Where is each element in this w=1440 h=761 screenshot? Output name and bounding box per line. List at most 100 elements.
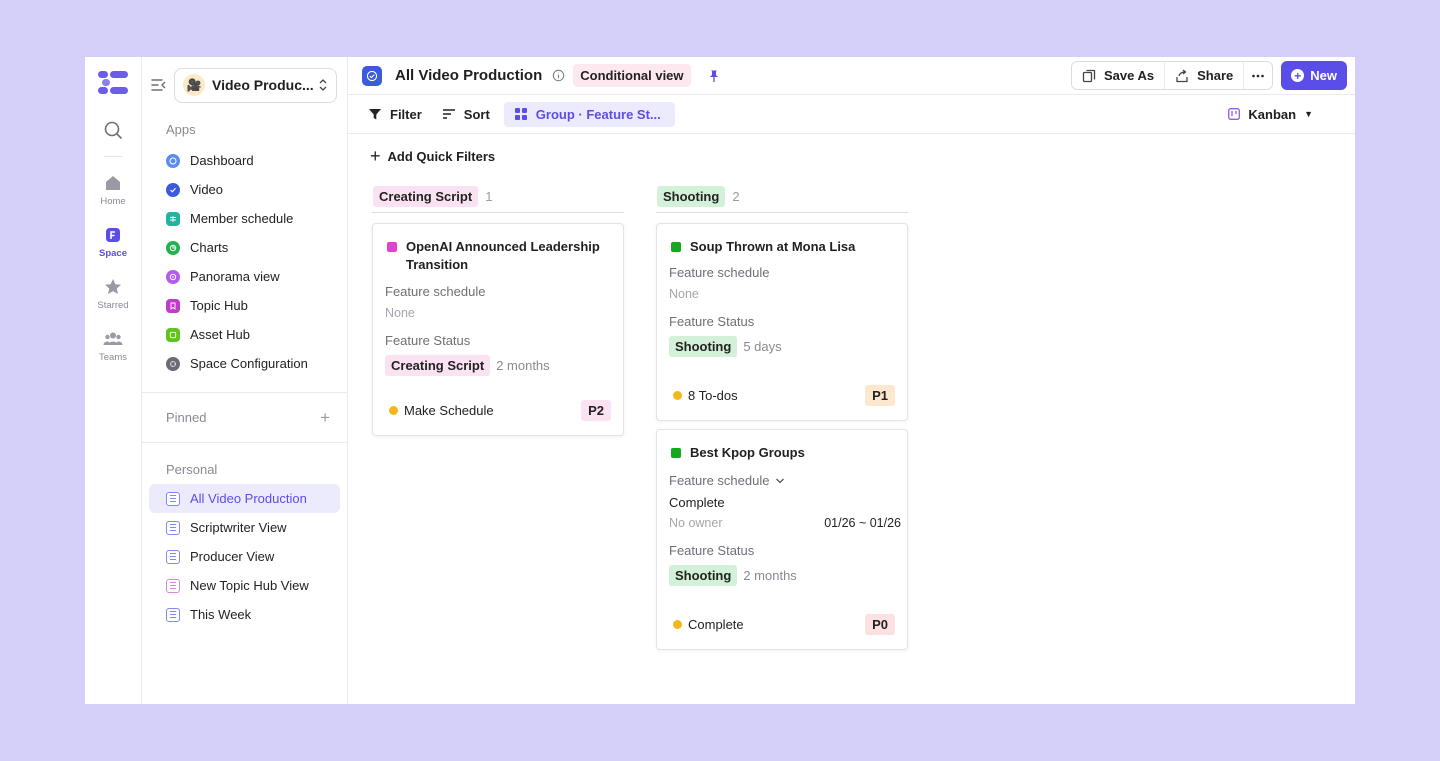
star-icon [105, 279, 121, 294]
schedule-owner: No owner [669, 516, 723, 530]
card-footer: Complete [669, 617, 744, 632]
save-as-label: Save As [1104, 68, 1155, 83]
sidebar-item-label: All Video Production [190, 491, 307, 506]
panorama-icon [166, 269, 180, 284]
card-footer: Make Schedule [385, 403, 494, 418]
rail-item-label: Starred [97, 300, 129, 311]
space-avatar: 🎥 [183, 74, 205, 96]
filter-button[interactable]: Filter [368, 102, 422, 127]
status-dot-icon [673, 391, 682, 400]
info-icon[interactable] [552, 69, 565, 82]
card-title: Soup Thrown at Mona Lisa [669, 238, 895, 256]
sidebar-item-all-video-production[interactable]: All Video Production [149, 484, 340, 513]
status-square-icon [387, 242, 397, 252]
sort-button[interactable]: Sort [442, 102, 490, 127]
schedule-dates: 01/26 ~ 01/26 [824, 516, 901, 530]
share-button[interactable]: Share [1164, 62, 1243, 89]
gear-icon [166, 356, 180, 371]
sidebar-item-label: Producer View [190, 549, 275, 564]
list-view-icon [166, 520, 180, 535]
video-app-icon [362, 65, 382, 86]
quick-filters-label: Add Quick Filters [387, 148, 496, 164]
status-duration: 2 months [496, 358, 550, 373]
schedule-state: Complete [669, 495, 725, 510]
chevron-updown-icon [319, 79, 327, 91]
save-as-button[interactable]: Save As [1072, 62, 1164, 89]
sidebar-item-panorama-view[interactable]: Panorama view [149, 262, 340, 291]
kanban-card[interactable]: OpenAI Announced Leadership Transition F… [372, 223, 624, 436]
sidebar-item-label: Dashboard [190, 153, 254, 168]
more-options-button[interactable] [1243, 62, 1272, 89]
field-value: None [669, 287, 699, 301]
rail-item-teams[interactable]: Teams [99, 329, 127, 363]
app-logo[interactable] [98, 70, 128, 94]
sidebar-divider [142, 442, 347, 443]
collapse-sidebar-icon[interactable] [150, 76, 168, 94]
rail-item-starred[interactable]: Starred [97, 277, 129, 311]
sidebar-item-charts[interactable]: Charts [149, 233, 340, 262]
list-view-icon [166, 491, 180, 506]
group-button[interactable]: Group · Feature St... [503, 101, 675, 127]
sidebar-item-video[interactable]: Video [149, 175, 340, 204]
sidebar-item-label: Space Configuration [190, 356, 308, 371]
pin-icon[interactable] [707, 69, 721, 83]
rail-item-space[interactable]: Space [99, 225, 127, 259]
column-title: Creating Script [373, 186, 479, 207]
status-dot-icon [389, 406, 398, 415]
sidebar-item-topic-hub[interactable]: Topic Hub [149, 291, 340, 320]
priority-badge: P0 [865, 614, 895, 635]
status-square-icon [671, 242, 681, 252]
rail-divider [104, 156, 122, 157]
chart-icon [166, 240, 180, 255]
field-value: None [385, 306, 415, 320]
status-tag: Creating Script [385, 355, 491, 376]
sidebar-item-scriptwriter-view[interactable]: Scriptwriter View [149, 513, 340, 542]
caret-down-icon: ▼ [1304, 109, 1313, 119]
sidebar-item-label: Asset Hub [190, 327, 250, 342]
status-tag: Shooting [669, 336, 738, 357]
sidebar: 🎥 Video Produc... Apps Dashboard Video M… [142, 57, 348, 704]
list-view-icon [166, 578, 180, 593]
copy-icon [1082, 69, 1096, 82]
column-count: 2 [732, 189, 740, 204]
app-window: Home Space Starred Teams 🎥 Video Produc.… [85, 57, 1355, 704]
field-label: Feature schedule [669, 265, 770, 280]
sidebar-item-member-schedule[interactable]: Member schedule [149, 204, 340, 233]
add-pinned-icon[interactable]: + [320, 408, 330, 428]
page-title: All Video Production [395, 67, 543, 84]
sort-label: Sort [463, 106, 490, 122]
space-icon [106, 228, 120, 242]
view-label: Kanban [1248, 106, 1297, 122]
sidebar-item-label: This Week [190, 607, 252, 622]
space-name: Video Produc... [212, 77, 314, 93]
filter-icon [369, 109, 381, 120]
kanban-card[interactable]: Soup Thrown at Mona Lisa Feature schedul… [656, 223, 908, 421]
plus-icon: + [370, 146, 381, 166]
kanban-card[interactable]: Best Kpop Groups Feature schedule Comple… [656, 429, 908, 650]
sidebar-item-asset-hub[interactable]: Asset Hub [149, 320, 340, 349]
group-label: Group · Feature St... [535, 106, 661, 122]
sidebar-item-producer-view[interactable]: Producer View [149, 542, 340, 571]
space-selector[interactable]: 🎥 Video Produc... [174, 67, 337, 103]
sidebar-item-space-configuration[interactable]: Space Configuration [149, 349, 340, 378]
sidebar-item-label: Scriptwriter View [190, 520, 287, 535]
rail-item-home[interactable]: Home [100, 173, 126, 207]
icon-rail: Home Space Starred Teams [85, 57, 142, 704]
group-icon [514, 108, 527, 120]
new-button[interactable]: + New [1281, 61, 1347, 90]
sidebar-item-dashboard[interactable]: Dashboard [149, 146, 340, 175]
sidebar-item-new-topic-hub-view[interactable]: New Topic Hub View [149, 571, 340, 600]
kanban-column-shooting: Shooting 2 Soup Thrown at Mona Lisa Feat… [656, 181, 908, 650]
sidebar-item-this-week[interactable]: This Week [149, 600, 340, 629]
column-count: 1 [485, 189, 493, 204]
conditional-view-badge[interactable]: Conditional view [573, 64, 691, 87]
search-icon[interactable] [103, 120, 123, 140]
add-quick-filters-button[interactable]: + Add Quick Filters [370, 146, 1355, 166]
sidebar-item-label: Charts [190, 240, 229, 255]
schedule-expander[interactable]: Feature schedule [669, 473, 895, 488]
filter-label: Filter [390, 106, 422, 122]
kanban-icon [1228, 108, 1241, 120]
priority-badge: P1 [865, 385, 895, 406]
list-view-icon [166, 607, 180, 622]
view-switcher[interactable]: Kanban ▼ [1228, 107, 1313, 122]
